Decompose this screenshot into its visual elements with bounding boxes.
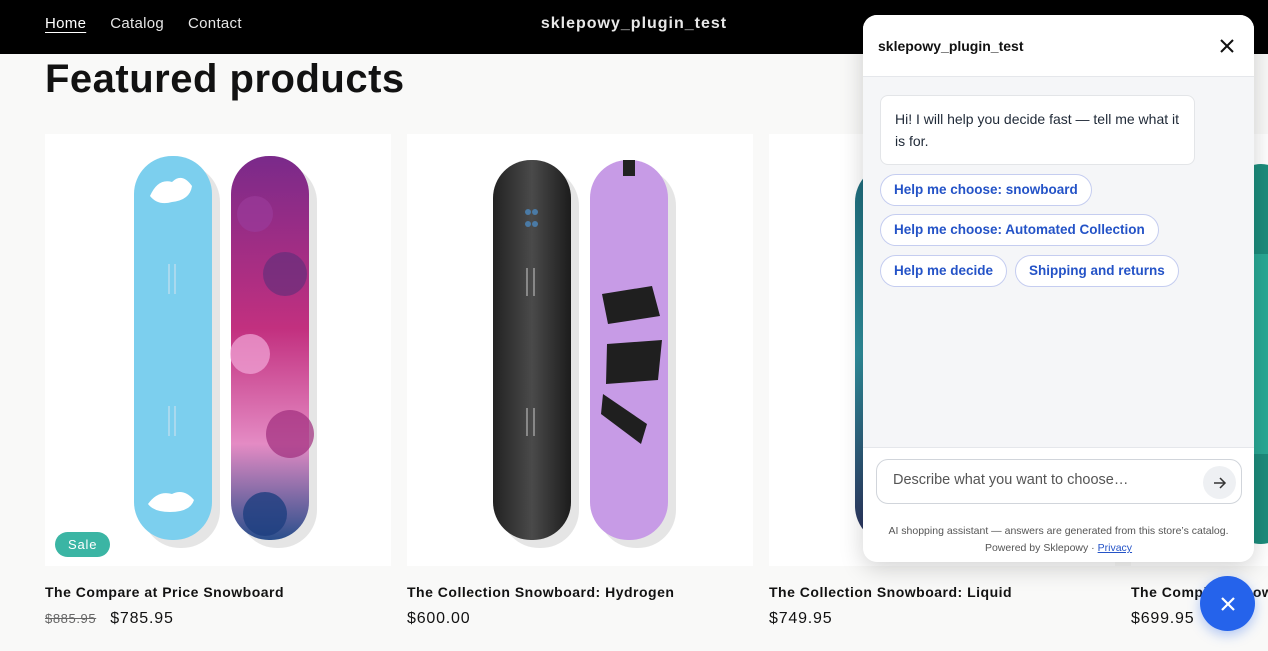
product-name[interactable]: The Collection Snowboard: Liquid bbox=[769, 584, 1012, 600]
close-icon bbox=[1220, 596, 1235, 611]
chat-toggle-button[interactable] bbox=[1200, 576, 1255, 631]
chip-choose-snowboard[interactable]: Help me choose: snowboard bbox=[880, 174, 1092, 206]
chip-choose-automated-collection[interactable]: Help me choose: Automated Collection bbox=[880, 214, 1159, 246]
product-price: $600.00 bbox=[407, 610, 471, 627]
powered-by-text: Powered by Sklepowy bbox=[984, 542, 1089, 554]
send-button[interactable] bbox=[1203, 466, 1236, 499]
chat-header: sklepowy_plugin_test bbox=[863, 15, 1254, 77]
product-price: $885.95 $785.95 bbox=[45, 610, 174, 628]
compare-price: $885.95 bbox=[45, 611, 97, 626]
chat-title: sklepowy_plugin_test bbox=[878, 38, 1024, 54]
chat-input[interactable] bbox=[893, 472, 1193, 488]
chat-panel: sklepowy_plugin_test Hi! I will help you… bbox=[863, 15, 1254, 562]
snowboard-image bbox=[493, 160, 676, 548]
chip-help-me-decide[interactable]: Help me decide bbox=[880, 255, 1008, 287]
sale-badge: Sale bbox=[55, 532, 111, 557]
privacy-link[interactable]: Privacy bbox=[1098, 542, 1132, 554]
separator: · bbox=[1088, 542, 1098, 554]
product-card-image[interactable] bbox=[407, 134, 753, 566]
product-price: $699.95 bbox=[1131, 610, 1195, 627]
section-title: Featured products bbox=[45, 57, 405, 101]
product-card-image[interactable]: Sale bbox=[45, 134, 391, 566]
snowboard-image bbox=[134, 156, 317, 548]
disclaimer: AI shopping assistant — answers are gene… bbox=[888, 525, 1229, 537]
product-name[interactable]: The Compare at Price Snowboard bbox=[45, 584, 284, 600]
chat-input-box bbox=[876, 459, 1242, 504]
product-price: $749.95 bbox=[769, 610, 833, 627]
powered-by: Powered by Sklepowy · Privacy bbox=[863, 542, 1254, 554]
chat-footer: AI shopping assistant — answers are gene… bbox=[863, 447, 1254, 562]
assistant-message: Hi! I will help you decide fast — tell m… bbox=[880, 95, 1195, 165]
arrow-right-icon bbox=[1213, 476, 1226, 489]
sale-price: $785.95 bbox=[110, 610, 174, 627]
chip-shipping-returns[interactable]: Shipping and returns bbox=[1015, 255, 1179, 287]
product-name[interactable]: The Collection Snowboard: Hydrogen bbox=[407, 584, 674, 600]
close-icon[interactable] bbox=[1218, 37, 1236, 55]
